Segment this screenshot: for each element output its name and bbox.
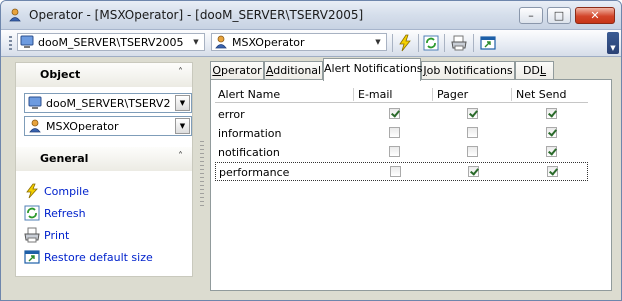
panel-splitter[interactable] <box>200 141 204 207</box>
net-send-checkbox[interactable] <box>546 108 557 119</box>
restore-size-link[interactable]: Restore default size <box>44 251 153 264</box>
server-icon <box>20 35 34 48</box>
collapse-icon[interactable]: ˄ <box>178 67 183 78</box>
net-send-checkbox[interactable] <box>546 127 557 138</box>
general-section-title: General <box>40 152 89 165</box>
operator-select-value: MSXOperator <box>232 36 305 49</box>
operator-icon <box>215 35 227 49</box>
tab-job-notifications[interactable]: Job Notifications <box>421 61 515 80</box>
column-header-alert-name[interactable]: Alert Name <box>218 88 280 101</box>
object-operator-select[interactable]: MSXOperator ▼ <box>24 116 192 136</box>
title-bar[interactable]: Operator - [MSXOperator] - [dooM_SERVER\… <box>1 1 621 30</box>
alert-notifications-panel: Alert Name E-mail Pager Net Send error in… <box>210 79 612 291</box>
tab-additional[interactable]: Additional <box>264 61 323 80</box>
alert-name-cell: information <box>218 127 282 140</box>
print-icon <box>24 227 40 243</box>
operator-icon <box>9 8 21 22</box>
tab-alert-notifications[interactable]: Alert Notifications <box>323 58 423 81</box>
maximize-icon: □ <box>553 9 565 22</box>
collapse-icon[interactable]: ˄ <box>178 151 183 162</box>
alert-name-cell: performance <box>219 166 290 179</box>
toolbar-separator <box>444 34 445 52</box>
toolbar-options-button[interactable]: ▼ <box>607 32 619 54</box>
pager-checkbox[interactable] <box>467 127 478 138</box>
pager-checkbox[interactable] <box>467 108 478 119</box>
object-section-title: Object <box>40 68 81 81</box>
tab-label: perator <box>221 64 262 77</box>
compile-link[interactable]: Compile <box>44 185 89 198</box>
refresh-icon <box>24 205 40 221</box>
chevron-down-icon[interactable]: ▼ <box>175 118 190 134</box>
tab-label-access-key: O <box>212 64 222 77</box>
toolbar-separator <box>473 34 474 52</box>
refresh-link[interactable]: Refresh <box>44 207 86 220</box>
operator-select[interactable]: MSXOperator ▼ <box>211 33 387 51</box>
grid-header: Alert Name E-mail Pager Net Send <box>215 86 588 103</box>
object-section-header[interactable]: Object ˄ <box>16 63 192 87</box>
pager-checkbox[interactable] <box>467 146 478 157</box>
table-row[interactable]: information <box>215 124 588 143</box>
net-send-checkbox[interactable] <box>547 166 558 177</box>
navigation-panel: Object ˄ dooM_SERVER\TSERV2005 ▼ MSXOper… <box>15 62 193 277</box>
server-select[interactable]: dooM_SERVER\TSERV2005 ▼ <box>17 33 205 51</box>
close-icon: ✕ <box>590 9 600 22</box>
table-row[interactable]: error <box>215 105 588 124</box>
window-title: Operator - [MSXOperator] - [dooM_SERVER\… <box>29 8 364 22</box>
object-operator-value: MSXOperator <box>46 120 119 133</box>
table-row[interactable]: notification <box>215 143 588 162</box>
tab-label-access-key: L <box>539 64 547 77</box>
compile-icon[interactable] <box>396 34 414 52</box>
column-header-pager[interactable]: Pager <box>437 88 468 101</box>
chevron-down-icon: ▼ <box>610 44 616 52</box>
general-section-header[interactable]: General ˄ <box>16 147 192 171</box>
pager-checkbox[interactable] <box>468 166 479 177</box>
chevron-down-icon[interactable]: ▼ <box>175 95 190 111</box>
toolbar-separator <box>392 34 393 52</box>
object-server-select[interactable]: dooM_SERVER\TSERV2005 ▼ <box>24 93 192 113</box>
toolbar-separator <box>418 34 419 52</box>
restore-size-icon <box>24 250 40 264</box>
net-send-checkbox[interactable] <box>546 146 557 157</box>
minimize-button[interactable]: – <box>519 7 543 24</box>
alert-name-cell: notification <box>218 146 280 159</box>
table-row[interactable]: performance <box>215 162 588 181</box>
tab-label: DD <box>522 64 540 77</box>
chevron-down-icon: ▼ <box>193 38 199 46</box>
email-checkbox[interactable] <box>389 108 400 119</box>
toolbar-grip[interactable] <box>9 36 12 51</box>
tab-label: dditional <box>273 64 322 77</box>
server-select-value: dooM_SERVER\TSERV2005 <box>38 36 184 49</box>
minimize-icon: – <box>528 9 534 22</box>
email-checkbox[interactable] <box>390 166 401 177</box>
column-header-net-send[interactable]: Net Send <box>516 88 567 101</box>
tab-strip: Operator Additional Alert Notifications … <box>210 58 612 81</box>
tab-label: Alert Notifications <box>324 62 423 75</box>
column-header-email[interactable]: E-mail <box>358 88 393 101</box>
close-button[interactable]: ✕ <box>575 7 615 24</box>
email-checkbox[interactable] <box>389 146 400 157</box>
print-icon[interactable] <box>450 34 468 52</box>
restore-size-icon[interactable] <box>479 34 497 52</box>
column-divider[interactable] <box>353 88 354 101</box>
operator-icon <box>29 119 41 133</box>
print-link[interactable]: Print <box>44 229 69 242</box>
refresh-icon[interactable] <box>422 34 440 52</box>
maximize-button[interactable]: □ <box>547 7 571 24</box>
column-divider[interactable] <box>432 88 433 101</box>
toolbar: dooM_SERVER\TSERV2005 ▼ MSXOperator ▼ ▼ <box>1 30 621 57</box>
tab-ddl[interactable]: DDL <box>515 61 554 80</box>
object-server-value: dooM_SERVER\TSERV2005 <box>46 97 170 110</box>
chevron-down-icon: ▼ <box>375 38 381 46</box>
operator-window: Operator - [MSXOperator] - [dooM_SERVER\… <box>0 0 622 301</box>
tab-label: ob Notifications <box>426 64 513 77</box>
compile-icon <box>26 183 38 199</box>
alert-name-cell: error <box>218 108 245 121</box>
tab-operator[interactable]: Operator <box>210 61 264 80</box>
column-divider[interactable] <box>511 88 512 101</box>
email-checkbox[interactable] <box>389 127 400 138</box>
server-icon <box>28 96 42 109</box>
